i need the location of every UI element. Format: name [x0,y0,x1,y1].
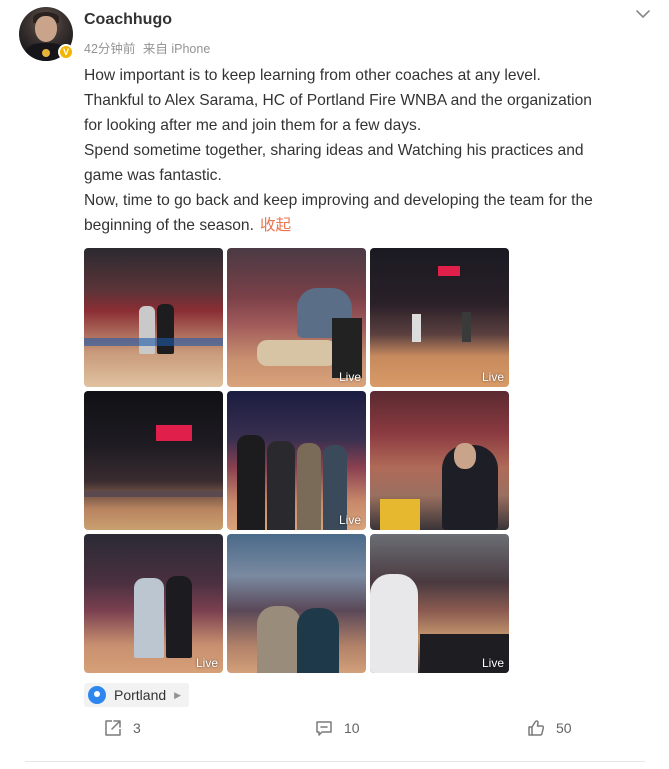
like-button[interactable]: 50 [526,718,572,738]
photo-thumbnail-7[interactable]: Live [84,534,223,673]
live-badge: Live [481,370,504,384]
comment-count: 10 [344,720,360,736]
photo-thumbnail-6[interactable] [370,391,509,530]
post-text-line: Thankful to Alex Sarama, HC of Portland … [84,92,592,109]
post-text-line: beginning of the season. [84,217,254,234]
weibo-post-card: V Coachhugo 42分钟前 来自 iPhone How importan… [0,0,669,769]
location-label: Portland [114,687,167,703]
divider [25,761,645,762]
live-badge: Live [195,656,218,670]
comment-button[interactable]: 10 [314,718,360,738]
post-text-line: for looking after me and join them for a… [84,117,422,134]
location-pin-icon [88,686,106,704]
photo-thumbnail-9[interactable]: Live [370,534,509,673]
share-count: 3 [133,720,141,736]
location-tag[interactable]: Portland ▶ [84,683,190,707]
photo-thumbnail-4[interactable] [84,391,223,530]
post-text-line: Spend sometime together, sharing ideas a… [84,142,584,159]
post-text-line-last: beginning of the season. 收起 [84,213,659,238]
photo-thumbnail-8[interactable] [227,534,366,673]
live-badge: Live [481,656,504,670]
post-time[interactable]: 42分钟前 [84,42,135,56]
collapse-link[interactable]: 收起 [260,217,291,234]
share-icon [105,720,121,736]
thumbs-up-icon [528,720,545,736]
post-text: How important is to keep learning from o… [84,63,659,238]
photo-thumbnail-1[interactable] [84,248,223,387]
photo-thumbnail-5[interactable]: Live [227,391,366,530]
avatar-shirt-logo [42,49,50,57]
chevron-down-icon[interactable] [634,7,652,21]
avatar-face [35,16,57,42]
action-bar: 3 10 50 [0,712,669,746]
share-button[interactable]: 3 [103,718,141,738]
comment-icon [316,721,332,736]
post-source: 来自 iPhone [142,42,211,56]
post-text-line: game was fantastic. [84,167,222,184]
verified-badge-icon: V [58,44,74,60]
live-badge: Live [338,370,361,384]
post-text-line: Now, time to go back and keep improving … [84,192,593,209]
photo-grid: Live Live Live Live Live [84,248,512,676]
photo-thumbnail-2[interactable]: Live [227,248,366,387]
caret-right-icon: ▶ [174,689,182,700]
live-badge: Live [338,513,361,527]
post-text-line: How important is to keep learning from o… [84,67,541,84]
post-meta: 42分钟前 来自 iPhone [84,38,214,57]
like-count: 50 [556,720,572,736]
photo-thumbnail-3[interactable]: Live [370,248,509,387]
username[interactable]: Coachhugo [84,11,172,29]
